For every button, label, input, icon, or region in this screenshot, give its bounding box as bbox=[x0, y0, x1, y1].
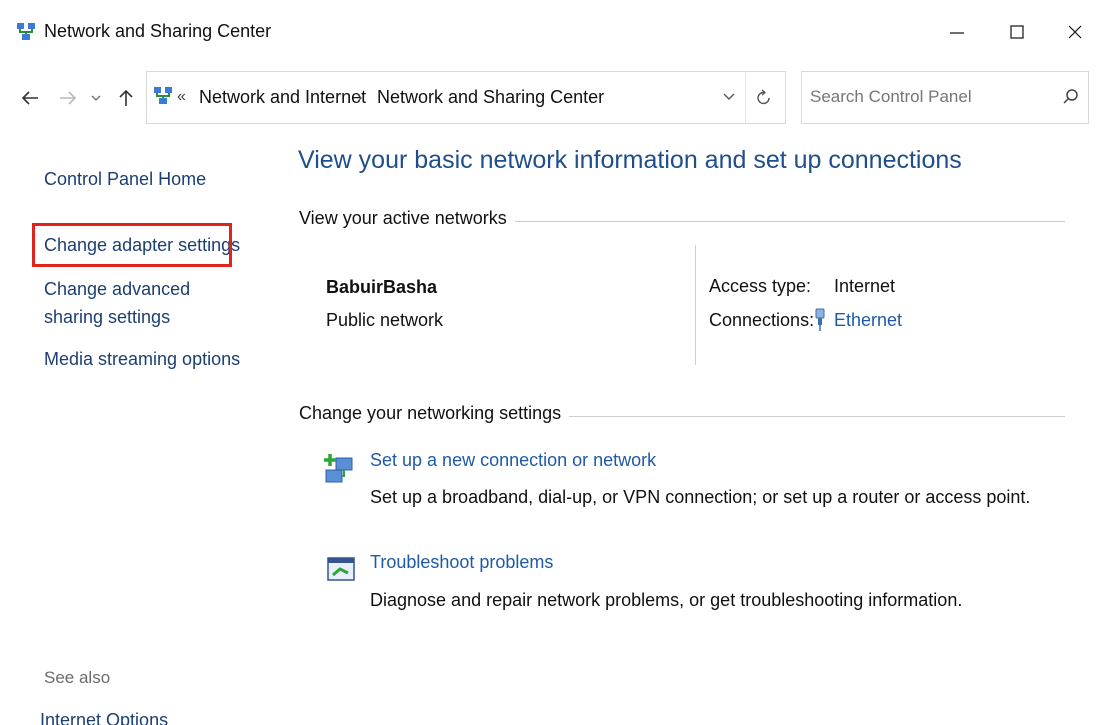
address-overflow-chevron[interactable]: « bbox=[177, 88, 186, 106]
back-arrow-icon[interactable] bbox=[18, 84, 42, 112]
section-divider bbox=[490, 221, 1065, 222]
title-bar: Network and Sharing Center bbox=[0, 0, 1106, 62]
search-icon[interactable] bbox=[1060, 86, 1082, 108]
minimize-button[interactable] bbox=[934, 10, 980, 54]
recent-locations-icon[interactable] bbox=[88, 84, 104, 112]
page-title: View your basic network information and … bbox=[298, 146, 962, 174]
address-divider bbox=[745, 72, 746, 123]
network-name: BabuirBasha bbox=[326, 277, 438, 297]
active-networks-label: View your active networks bbox=[299, 208, 515, 229]
forward-arrow-icon[interactable] bbox=[56, 84, 80, 112]
up-arrow-icon[interactable] bbox=[114, 84, 138, 112]
search-box[interactable] bbox=[801, 71, 1089, 124]
breadcrumb-network-and-internet[interactable]: Network and Internet bbox=[199, 87, 366, 108]
sidebar-item-change-adapter-settings[interactable]: Change adapter settings bbox=[44, 231, 240, 259]
change-settings-label: Change your networking settings bbox=[299, 403, 570, 424]
ethernet-connection-link[interactable]: Ethernet bbox=[834, 310, 902, 331]
section-divider bbox=[540, 416, 1065, 417]
network-center-icon bbox=[16, 22, 36, 42]
network-divider bbox=[695, 245, 696, 365]
refresh-icon[interactable] bbox=[749, 84, 779, 110]
close-button[interactable] bbox=[1052, 10, 1098, 54]
breadcrumb-network-and-sharing-center[interactable]: Network and Sharing Center bbox=[377, 87, 604, 108]
ethernet-plug-icon bbox=[812, 308, 828, 332]
window-title: Network and Sharing Center bbox=[44, 21, 272, 41]
access-type-value: Internet bbox=[834, 276, 896, 296]
sidebar-item-media-streaming[interactable]: Media streaming options bbox=[44, 345, 240, 373]
see-also-label: See also bbox=[44, 668, 111, 687]
troubleshoot-link[interactable]: Troubleshoot problems bbox=[370, 552, 553, 573]
maximize-button[interactable] bbox=[994, 10, 1040, 54]
breadcrumb-separator[interactable]: › bbox=[357, 89, 362, 107]
connections-label: Connections: bbox=[709, 310, 815, 330]
dropdown-chevron-icon[interactable] bbox=[717, 84, 741, 110]
address-bar[interactable]: « Network and Internet › Network and Sha… bbox=[146, 71, 786, 124]
access-type-label: Access type: bbox=[709, 276, 812, 296]
sidebar-item-control-panel-home[interactable]: Control Panel Home bbox=[44, 165, 206, 193]
network-center-icon bbox=[153, 86, 173, 106]
sidebar-item-internet-options[interactable]: Internet Options bbox=[40, 706, 168, 725]
troubleshoot-description: Diagnose and repair network problems, or… bbox=[370, 590, 963, 610]
setup-connection-link[interactable]: Set up a new connection or network bbox=[370, 450, 656, 471]
troubleshoot-icon[interactable] bbox=[326, 555, 356, 585]
search-input[interactable] bbox=[810, 84, 1050, 110]
sidebar-item-change-advanced-sharing[interactable]: Change advanced sharing settings bbox=[44, 275, 254, 331]
new-connection-icon[interactable] bbox=[322, 452, 356, 486]
network-type: Public network bbox=[326, 310, 444, 330]
setup-connection-description: Set up a broadband, dial-up, or VPN conn… bbox=[370, 487, 1031, 507]
